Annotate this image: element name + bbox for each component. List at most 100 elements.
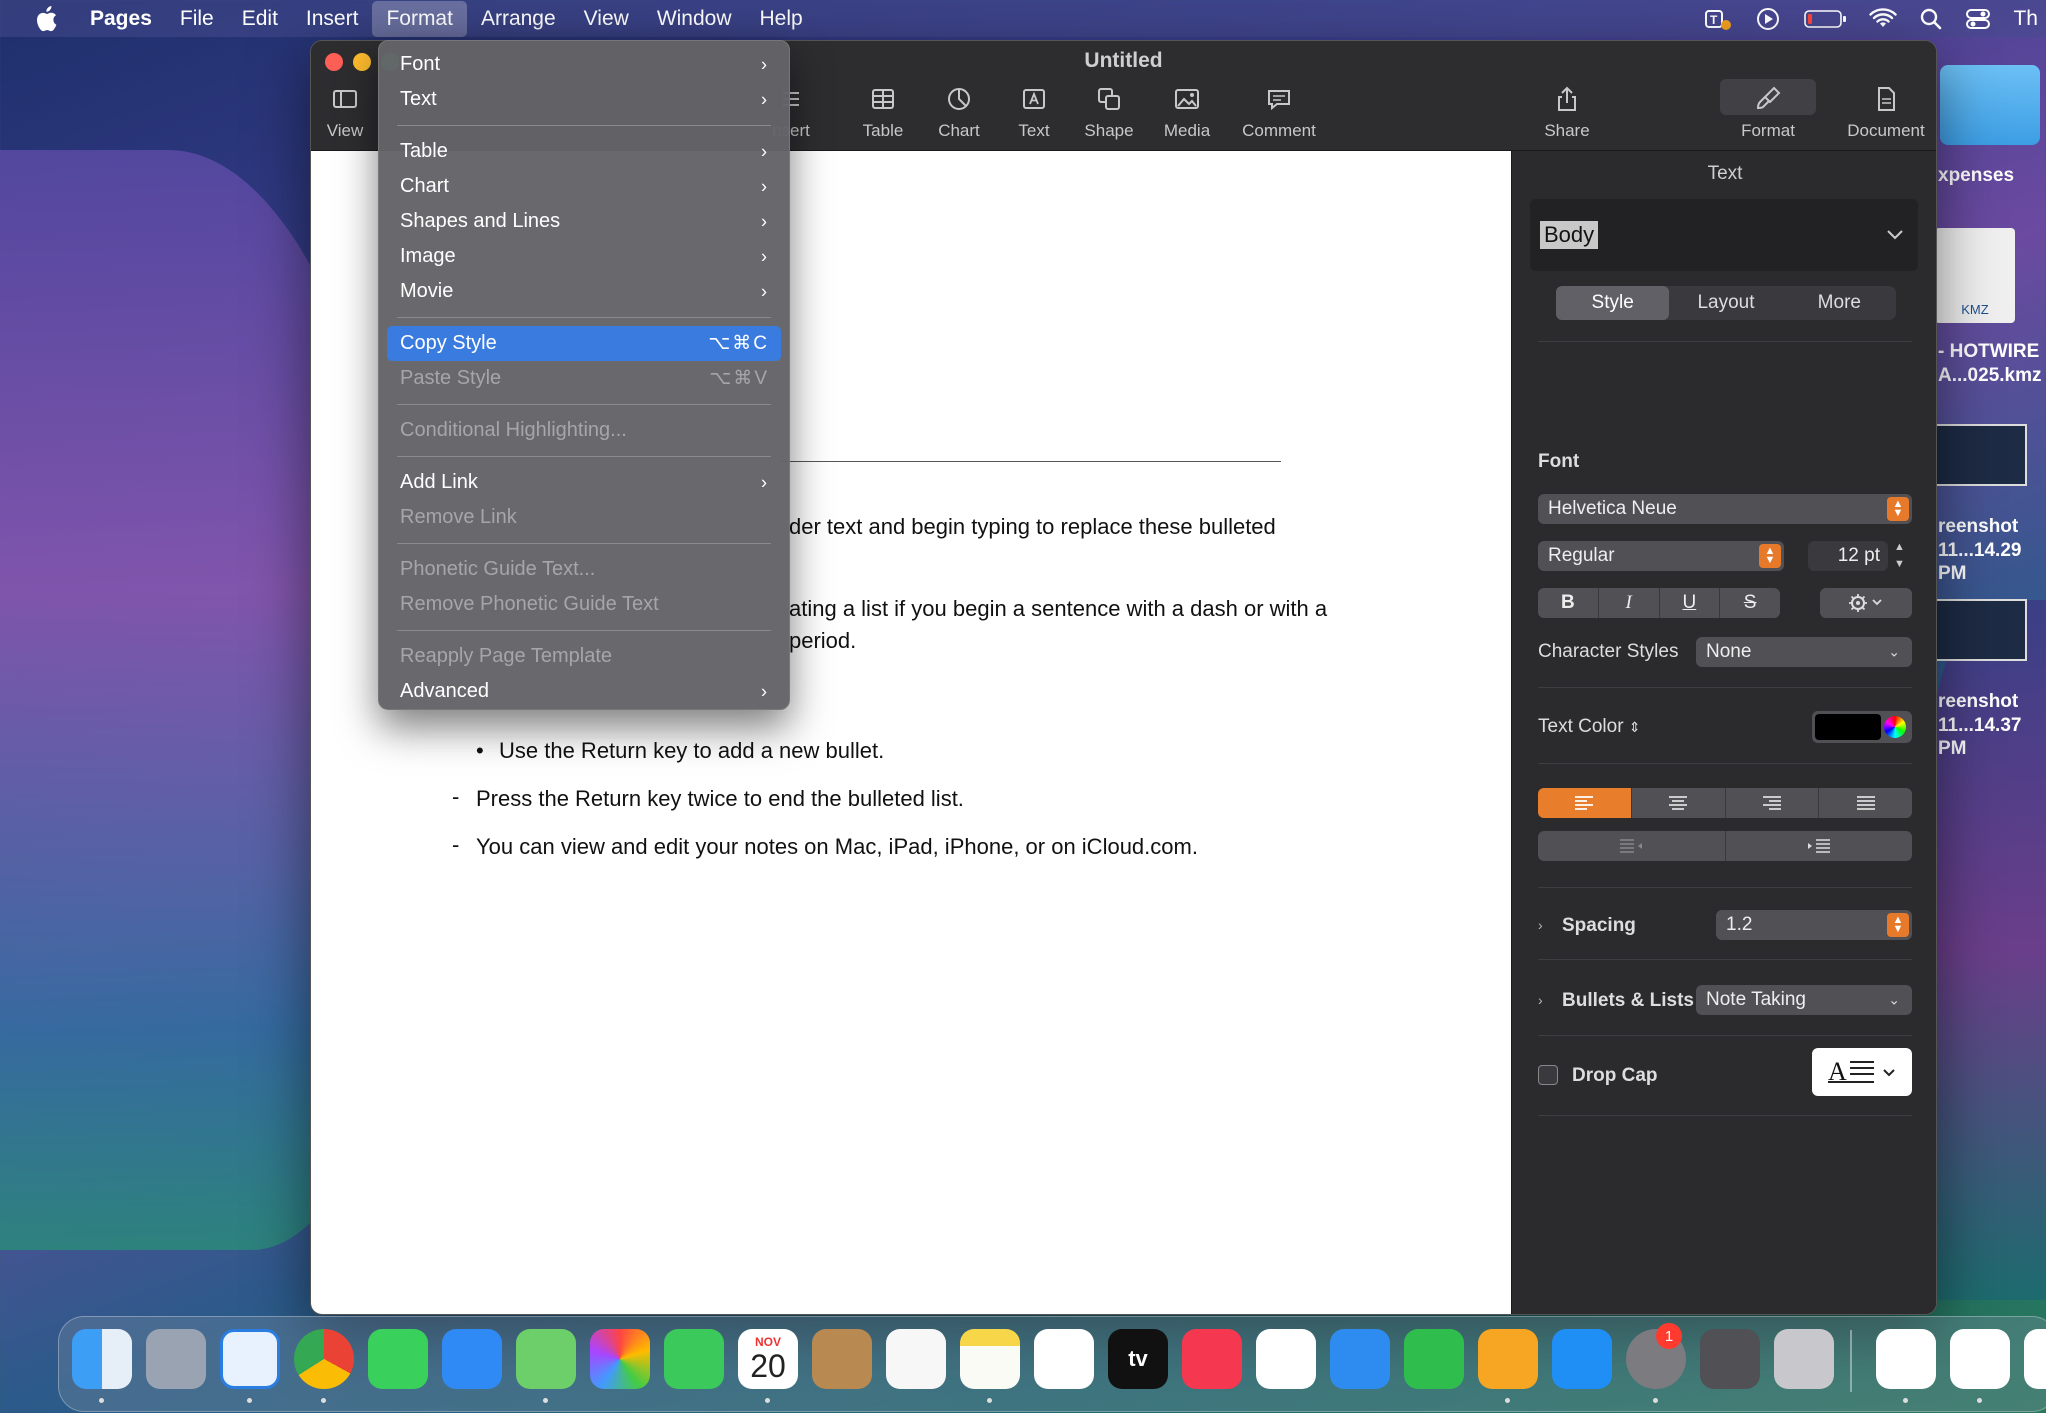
toolbar-text-button[interactable]: Text <box>994 85 1074 141</box>
bold-button[interactable]: B <box>1538 588 1599 618</box>
stepper-up-icon[interactable]: ▲ <box>1894 541 1912 554</box>
play-circle-icon[interactable] <box>1755 6 1781 32</box>
maps-icon[interactable] <box>516 1329 576 1389</box>
desktop-screenshot-1-label-2[interactable]: 11...14.29 PM <box>1938 539 2046 585</box>
microsoft-teams-icon[interactable] <box>1876 1329 1936 1389</box>
align-center-button[interactable] <box>1632 788 1726 818</box>
desktop-kmz-label-2[interactable]: A...025.kmz <box>1938 364 2042 387</box>
strikethrough-button[interactable]: S <box>1720 588 1780 618</box>
contacts-icon[interactable] <box>812 1329 872 1389</box>
toolbar-view-button[interactable]: View <box>311 85 385 141</box>
drop-cap-style-popup[interactable]: A <box>1812 1048 1912 1096</box>
underline-button[interactable]: U <box>1660 588 1721 618</box>
chrome-icon[interactable] <box>294 1329 354 1389</box>
text-color-swatch[interactable] <box>1815 714 1881 740</box>
desktop-kmz-label-1[interactable]: - HOTWIRE <box>1938 340 2039 363</box>
apple-tv-icon[interactable]: tv <box>1108 1329 1168 1389</box>
news-icon[interactable] <box>1256 1329 1316 1389</box>
toolbar-format-button[interactable]: Format <box>1720 79 1816 141</box>
reminders-icon[interactable] <box>886 1329 946 1389</box>
iphone-mirroring-icon[interactable] <box>1774 1329 1834 1389</box>
format-menu-font[interactable]: Font › <box>387 47 781 82</box>
facetime-icon[interactable] <box>664 1329 724 1389</box>
spotlight-search-icon[interactable] <box>1919 7 1943 31</box>
desktop-screenshot-1-label-1[interactable]: reenshot <box>1938 515 2018 538</box>
desktop-screenshot-thumbnail-1[interactable] <box>1935 424 2027 486</box>
format-menu-movie[interactable]: Movie › <box>387 274 781 309</box>
font-weight-popup[interactable]: Regular ▲ ▼ <box>1538 541 1784 571</box>
finder-icon[interactable] <box>72 1329 132 1389</box>
music-icon[interactable] <box>1182 1329 1242 1389</box>
document-body-line-2[interactable]: ating a list if you begin a sentence wit… <box>789 593 1327 625</box>
teams-status-icon[interactable]: T <box>1703 6 1733 32</box>
menu-help[interactable]: Help <box>746 1 817 37</box>
decrease-indent-button[interactable] <box>1538 831 1726 861</box>
desktop-screenshot-2-label-2[interactable]: 11...14.37 PM <box>1938 714 2046 760</box>
align-left-button[interactable] <box>1538 788 1632 818</box>
toolbar-media-button[interactable]: Media <box>1147 85 1227 141</box>
toolbar-share-button[interactable]: Share <box>1527 85 1607 141</box>
wifi-icon[interactable] <box>1869 7 1898 31</box>
apple-menu-icon[interactable] <box>30 5 62 33</box>
document-body-line-1[interactable]: der text and begin typing to replace the… <box>789 511 1276 543</box>
desktop-folder-icon[interactable] <box>1940 65 2040 145</box>
app-store-icon[interactable] <box>1552 1329 1612 1389</box>
format-menu-table[interactable]: Table › <box>387 134 781 169</box>
increase-indent-button[interactable] <box>1726 831 1913 861</box>
text-color-well[interactable] <box>1812 711 1912 743</box>
toolbar-table-button[interactable]: Table <box>843 85 923 141</box>
spacing-popup[interactable]: 1.2 ▲ ▼ <box>1716 910 1912 940</box>
microsoft-word-icon[interactable] <box>1950 1329 2010 1389</box>
format-menu-chart[interactable]: Chart › <box>387 169 781 204</box>
font-size-stepper[interactable]: ▲ ▼ <box>1894 541 1912 571</box>
menu-view[interactable]: View <box>570 1 643 37</box>
battery-icon[interactable] <box>1803 7 1847 31</box>
spacing-label[interactable]: Spacing <box>1562 915 1636 937</box>
format-menu-image[interactable]: Image › <box>387 239 781 274</box>
tab-style[interactable]: Style <box>1556 286 1670 320</box>
bullets-lists-popup[interactable]: Note Taking ⌄ <box>1696 985 1912 1015</box>
launchpad-icon[interactable] <box>146 1329 206 1389</box>
microsoft-excel-icon[interactable] <box>2024 1329 2046 1389</box>
dash-item-text-1[interactable]: Press the Return key twice to end the bu… <box>476 783 964 815</box>
desktop-screenshot-thumbnail-2[interactable] <box>1935 599 2027 661</box>
spacing-disclosure-chevron-icon[interactable]: › <box>1538 917 1543 933</box>
justify-button[interactable] <box>1819 788 1912 818</box>
toolbar-chart-button[interactable]: Chart <box>919 85 999 141</box>
messages-icon[interactable] <box>368 1329 428 1389</box>
tab-more[interactable]: More <box>1783 286 1896 320</box>
calculator-icon[interactable] <box>1700 1329 1760 1389</box>
format-menu-advanced[interactable]: Advanced › <box>387 674 781 709</box>
paragraph-style-selector[interactable]: Body <box>1530 199 1918 271</box>
menubar-clock[interactable]: Th <box>2013 7 2038 31</box>
align-right-button[interactable] <box>1726 788 1820 818</box>
bullets-disclosure-chevron-icon[interactable]: › <box>1538 992 1543 1008</box>
menu-file[interactable]: File <box>166 1 228 37</box>
desktop-folder-label[interactable]: xpenses <box>1938 164 2014 187</box>
italic-button[interactable]: I <box>1599 588 1660 618</box>
document-body-line-3[interactable]: period. <box>789 625 856 657</box>
calendar-icon[interactable]: NOV 20 <box>738 1329 798 1389</box>
bullets-lists-label[interactable]: Bullets & Lists <box>1562 990 1694 1012</box>
mail-icon[interactable] <box>442 1329 502 1389</box>
freeform-icon[interactable] <box>1034 1329 1094 1389</box>
advanced-options-button[interactable] <box>1820 588 1912 618</box>
safari-icon[interactable] <box>220 1329 280 1389</box>
numbers-icon[interactable] <box>1404 1329 1464 1389</box>
toolbar-comment-button[interactable]: Comment <box>1239 85 1319 141</box>
menu-arrange[interactable]: Arrange <box>467 1 570 37</box>
format-menu-copy-style[interactable]: Copy Style ⌥⌘C <box>387 326 781 361</box>
toolbar-document-button[interactable]: Document <box>1838 85 1934 141</box>
font-size-field[interactable]: 12 pt <box>1808 541 1888 571</box>
toolbar-shape-button[interactable]: Shape <box>1069 85 1149 141</box>
bullet-item-text[interactable]: Use the Return key to add a new bullet. <box>499 735 884 767</box>
photos-icon[interactable] <box>590 1329 650 1389</box>
dash-item-text-2[interactable]: You can view and edit your notes on Mac,… <box>476 831 1198 863</box>
font-family-popup[interactable]: Helvetica Neue ▲ ▼ <box>1538 494 1912 524</box>
tab-layout[interactable]: Layout <box>1669 286 1782 320</box>
keynote-icon[interactable] <box>1330 1329 1390 1389</box>
format-menu-shapes-and-lines[interactable]: Shapes and Lines › <box>387 204 781 239</box>
text-color-label[interactable]: Text Color ⇕ <box>1538 716 1641 738</box>
menu-app-pages[interactable]: Pages <box>76 1 166 37</box>
menu-format[interactable]: Format <box>372 0 467 37</box>
